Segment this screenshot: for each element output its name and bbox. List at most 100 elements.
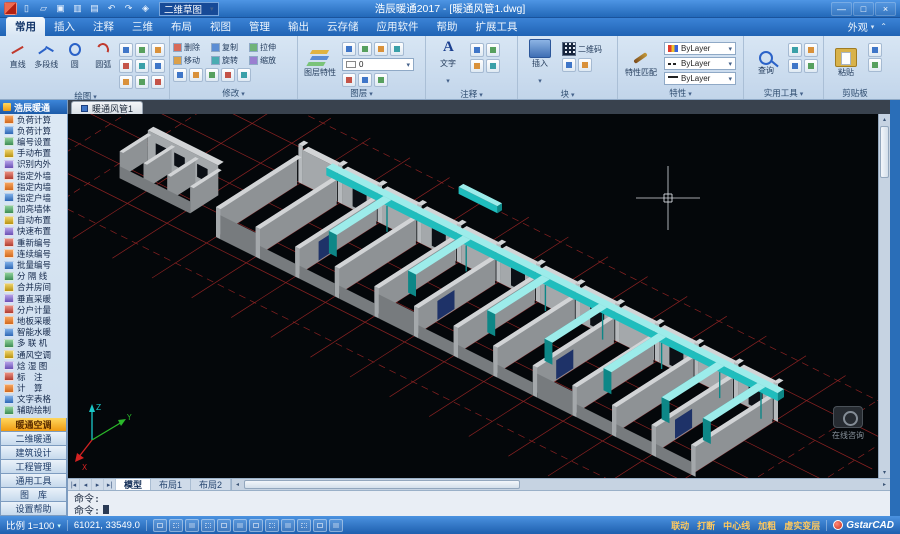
- erase-button[interactable]: 删除: [173, 42, 209, 53]
- layer-properties-button[interactable]: 图层特性: [301, 39, 339, 87]
- layer-isolate-button[interactable]: [358, 73, 372, 87]
- sidebar-item[interactable]: 手动布置: [0, 148, 67, 159]
- move-button[interactable]: 移动: [173, 55, 209, 66]
- save-icon[interactable]: [53, 2, 68, 16]
- vertical-scrollbar[interactable]: ▴ ▾: [878, 114, 890, 478]
- mirror-button[interactable]: [173, 68, 187, 82]
- sidebar-item[interactable]: 垂直采暖: [0, 293, 67, 304]
- open-file-icon[interactable]: [36, 2, 51, 16]
- tab-manage[interactable]: 管理: [240, 17, 279, 36]
- toggle-break[interactable]: 打断: [697, 519, 715, 532]
- mini-tool-button[interactable]: [135, 43, 149, 57]
- sidebar-item[interactable]: 智能水暖: [0, 327, 67, 338]
- tab-layout[interactable]: 布局: [162, 17, 201, 36]
- polyline-tool-button[interactable]: 多段线: [34, 39, 60, 90]
- plot-icon[interactable]: [87, 2, 102, 16]
- copy-button[interactable]: 复制: [211, 42, 247, 53]
- cut-button[interactable]: [868, 43, 882, 57]
- trim-button[interactable]: [221, 68, 235, 82]
- sidebar-item[interactable]: 焓 湿 图: [0, 360, 67, 371]
- online-support-badge[interactable]: 在线咨询: [826, 406, 870, 441]
- scroll-up-icon[interactable]: ▴: [879, 114, 890, 125]
- polar-icon[interactable]: [200, 518, 215, 532]
- horizontal-scrollbar[interactable]: ◂ ▸: [231, 479, 890, 490]
- command-line-panel[interactable]: 命令: 命令:: [68, 490, 890, 517]
- next-tab-button[interactable]: [92, 479, 104, 490]
- dim-table-button[interactable]: [470, 59, 484, 73]
- mini-tool-button[interactable]: [119, 59, 133, 73]
- color-combo[interactable]: ByLayer: [664, 42, 736, 55]
- sidebar-item[interactable]: 标 注: [0, 371, 67, 382]
- offset-button[interactable]: [237, 68, 251, 82]
- paste-button[interactable]: 粘贴: [827, 39, 865, 86]
- prev-tab-button[interactable]: [80, 479, 92, 490]
- layer-prev-button[interactable]: [342, 73, 356, 87]
- tab-apps[interactable]: 应用软件: [368, 17, 428, 36]
- workspace-selector[interactable]: 二维草图: [159, 1, 219, 16]
- layer-match-button[interactable]: [390, 42, 404, 56]
- vertical-scroll-thumb[interactable]: [880, 126, 889, 178]
- tab-cloud[interactable]: 云存储: [318, 17, 368, 36]
- lineweight-combo[interactable]: ByLayer: [664, 72, 736, 85]
- minimize-button[interactable]: —: [831, 1, 852, 16]
- annotation-scale-icon[interactable]: [328, 518, 343, 532]
- tab-help[interactable]: 帮助: [428, 17, 467, 36]
- scroll-left-icon[interactable]: ◂: [232, 479, 243, 490]
- sidebar-item[interactable]: 文字表格: [0, 394, 67, 405]
- mini-tool-button[interactable]: [151, 75, 165, 89]
- snap-icon[interactable]: [152, 518, 167, 532]
- mini-tool-button[interactable]: [135, 59, 149, 73]
- drawing-canvas[interactable]: Z Y X: [68, 114, 878, 478]
- group-label-properties[interactable]: 特性: [621, 86, 740, 99]
- tab-layout1[interactable]: 布局1: [151, 479, 192, 490]
- dim-style-button[interactable]: [486, 59, 500, 73]
- mini-tool-button[interactable]: [119, 75, 133, 89]
- sidebar-item[interactable]: 合并房间: [0, 282, 67, 293]
- dim-leader-button[interactable]: [486, 43, 500, 57]
- app-logo-icon[interactable]: [4, 2, 17, 15]
- document-tab[interactable]: 暖通风管1: [71, 101, 144, 114]
- mini-tool-button[interactable]: [119, 43, 133, 57]
- tab-annotate[interactable]: 注释: [84, 17, 123, 36]
- group-label-block[interactable]: 块: [521, 88, 614, 100]
- sidebar-item[interactable]: 负荷计算: [0, 125, 67, 136]
- module-tab-project[interactable]: 工程管理: [0, 460, 67, 474]
- scale-button[interactable]: 缩放: [249, 55, 285, 66]
- dyn-input-icon[interactable]: [264, 518, 279, 532]
- view-icon[interactable]: [138, 2, 153, 16]
- otrack-icon[interactable]: [232, 518, 247, 532]
- sidebar-item[interactable]: 分户计量: [0, 304, 67, 315]
- fillet-button[interactable]: [189, 68, 203, 82]
- tab-model[interactable]: 模型: [116, 479, 152, 490]
- module-tab-settings-help[interactable]: 设置帮助: [0, 502, 67, 516]
- toggle-centerline[interactable]: 中心线: [723, 519, 750, 532]
- toggle-dash-layer[interactable]: 虚实变层: [784, 519, 820, 532]
- toggle-bold[interactable]: 加粗: [758, 519, 776, 532]
- module-tab-hvac[interactable]: 暖通空调: [0, 418, 67, 432]
- last-tab-button[interactable]: [104, 479, 116, 490]
- selection-cycling-icon[interactable]: [312, 518, 327, 532]
- copy-clip-button[interactable]: [868, 58, 882, 72]
- tab-home[interactable]: 常用: [6, 17, 45, 36]
- sidebar-item[interactable]: 分 隔 线: [0, 271, 67, 282]
- qr-code-button[interactable]: 二维码: [562, 42, 602, 56]
- redo-icon[interactable]: [121, 2, 136, 16]
- command-input-line[interactable]: 命令:: [74, 504, 884, 517]
- ducs-icon[interactable]: [248, 518, 263, 532]
- transparency-icon[interactable]: [296, 518, 311, 532]
- layer-on-button[interactable]: [342, 42, 356, 56]
- grid-icon[interactable]: [168, 518, 183, 532]
- ortho-icon[interactable]: [184, 518, 199, 532]
- line-tool-button[interactable]: 直线: [5, 39, 31, 90]
- tab-insert[interactable]: 插入: [45, 17, 84, 36]
- mini-tool-button[interactable]: [151, 43, 165, 57]
- array-button[interactable]: [205, 68, 219, 82]
- module-tab-2d-hvac[interactable]: 二维暖通: [0, 432, 67, 446]
- maximize-button[interactable]: □: [853, 1, 874, 16]
- close-button[interactable]: ×: [875, 1, 896, 16]
- group-label-layers[interactable]: 图层: [301, 87, 422, 99]
- tab-3d[interactable]: 三维: [123, 17, 162, 36]
- group-label-annotate[interactable]: 注释: [429, 88, 514, 100]
- sidebar-item[interactable]: 通风空调: [0, 349, 67, 360]
- measure-button[interactable]: [788, 43, 802, 57]
